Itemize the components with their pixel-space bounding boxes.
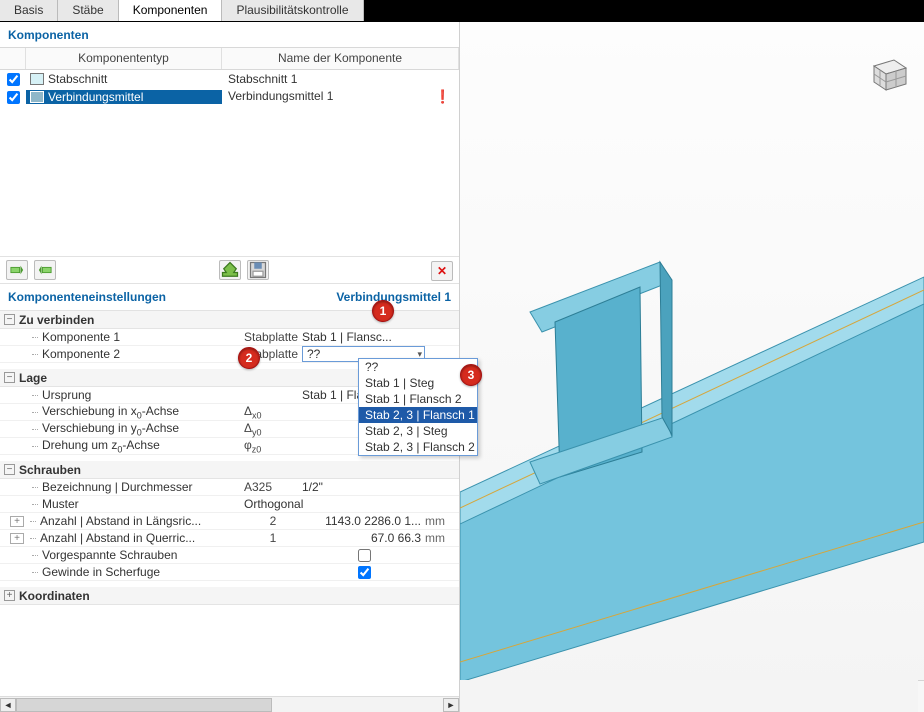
dropdown-option[interactable]: Stab 2, 3 | Flansch 1 bbox=[359, 407, 477, 423]
name-label: Verbindungsmittel 1 bbox=[228, 89, 333, 105]
settings-current: Verbindungsmittel 1 bbox=[336, 290, 451, 304]
table-row[interactable]: Stabschnitt Stabschnitt 1 bbox=[0, 70, 459, 88]
group-schrauben[interactable]: − Schrauben bbox=[0, 461, 459, 479]
type-label: Verbindungsmittel bbox=[48, 90, 143, 104]
warning-icon: ❗ bbox=[435, 89, 451, 105]
components-table: Komponententyp Name der Komponente Stabs… bbox=[0, 47, 459, 256]
row-anzahl-laengs[interactable]: + Anzahl | Abstand in Längsric... 2 1143… bbox=[0, 513, 459, 530]
view-toolbar: X Y Z -Z bbox=[918, 680, 924, 712]
save-button[interactable] bbox=[247, 260, 269, 280]
col-type: Komponententyp bbox=[26, 48, 222, 69]
scroll-left-button[interactable]: ◄ bbox=[0, 698, 16, 712]
viewport-3d[interactable]: z x bbox=[460, 22, 924, 712]
dropdown-option[interactable]: Stab 1 | Flansch 2 bbox=[359, 391, 477, 407]
row-muster[interactable]: Muster Orthogonal bbox=[0, 496, 459, 513]
delete-button[interactable]: ✕ bbox=[431, 261, 453, 281]
add-button[interactable] bbox=[6, 260, 28, 280]
checkbox-vorgespannt[interactable] bbox=[358, 549, 371, 562]
collapse-icon[interactable]: − bbox=[4, 372, 15, 383]
components-toolbar: ✕ bbox=[0, 256, 459, 284]
scroll-right-button[interactable]: ► bbox=[443, 698, 459, 712]
components-title: Komponenten bbox=[0, 22, 459, 47]
checkbox-gewinde[interactable] bbox=[358, 566, 371, 579]
collapse-icon[interactable]: − bbox=[4, 464, 15, 475]
scroll-thumb[interactable] bbox=[16, 698, 272, 712]
settings-title: Komponenteneinstellungen bbox=[8, 290, 166, 304]
color-swatch bbox=[30, 91, 44, 103]
tab-komponenten[interactable]: Komponenten bbox=[119, 0, 223, 21]
callout-3: 3 bbox=[460, 364, 482, 386]
view-cube[interactable] bbox=[864, 54, 910, 94]
table-row[interactable]: Verbindungsmittel Verbindungsmittel 1 ❗ bbox=[0, 88, 459, 106]
expand-icon[interactable]: + bbox=[4, 590, 15, 601]
row-vorgespannt[interactable]: Vorgespannte Schrauben bbox=[0, 547, 459, 564]
tab-staebe[interactable]: Stäbe bbox=[58, 0, 118, 21]
expand-icon[interactable]: + bbox=[10, 516, 24, 527]
insert-button[interactable] bbox=[34, 260, 56, 280]
row-anzahl-quer[interactable]: + Anzahl | Abstand in Querric... 1 67.0 … bbox=[0, 530, 459, 547]
row-komponente1[interactable]: Komponente 1 Stabplatte Stab 1 | Flansc.… bbox=[0, 329, 459, 346]
row-bezeichnung[interactable]: Bezeichnung | Durchmesser A325 1/2" bbox=[0, 479, 459, 496]
type-label: Stabschnitt bbox=[48, 72, 107, 86]
color-swatch bbox=[30, 73, 44, 85]
load-button[interactable] bbox=[219, 260, 241, 280]
callout-2: 2 bbox=[238, 347, 260, 369]
row-checkbox[interactable] bbox=[7, 73, 20, 86]
row-gewinde[interactable]: Gewinde in Scherfuge bbox=[0, 564, 459, 581]
horizontal-scrollbar[interactable]: ◄ ► bbox=[0, 696, 459, 712]
name-label: Stabschnitt 1 bbox=[228, 72, 297, 86]
tab-basis[interactable]: Basis bbox=[0, 0, 58, 21]
dropdown-option[interactable]: Stab 2, 3 | Flansch 2 bbox=[359, 439, 477, 455]
row-checkbox[interactable] bbox=[7, 91, 20, 104]
col-name: Name der Komponente bbox=[222, 48, 459, 69]
dropdown-option[interactable]: Stab 2, 3 | Steg bbox=[359, 423, 477, 439]
group-koordinaten[interactable]: + Koordinaten bbox=[0, 587, 459, 605]
expand-icon[interactable]: + bbox=[10, 533, 24, 544]
callout-1: 1 bbox=[372, 300, 394, 322]
tab-plausibilitaet[interactable]: Plausibilitätskontrolle bbox=[222, 0, 363, 21]
collapse-icon[interactable]: − bbox=[4, 314, 15, 325]
tabstrip: Basis Stäbe Komponenten Plausibilitätsko… bbox=[0, 0, 924, 22]
